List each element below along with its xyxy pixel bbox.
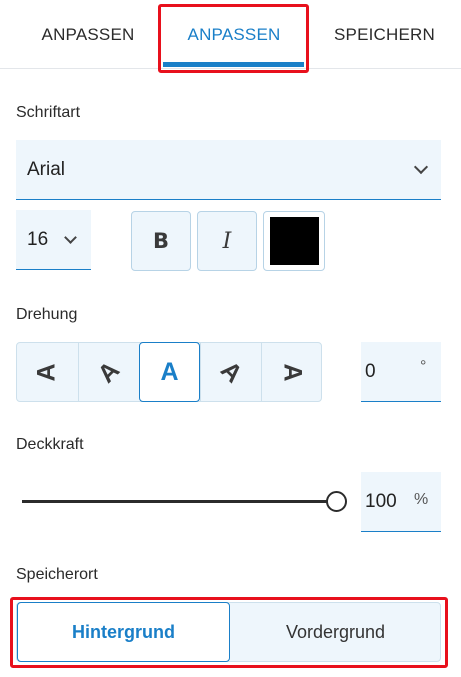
font-family-select[interactable]: Arial: [16, 140, 441, 200]
font-size-value: 16: [27, 228, 49, 250]
highlight-box-tab: [158, 4, 309, 73]
opacity-input[interactable]: 100 %: [361, 472, 441, 532]
tab-anpassen-1[interactable]: ANPASSEN: [0, 0, 176, 69]
rotation-value: 0: [365, 360, 376, 382]
rotate-right-90-button[interactable]: A: [261, 343, 322, 401]
opacity-value: 100: [365, 490, 397, 512]
chevron-down-icon: [64, 231, 77, 244]
rotate-left-90-icon: A: [33, 362, 61, 382]
rotation-input[interactable]: 0 °: [361, 342, 441, 402]
highlight-box-location: [10, 597, 448, 668]
degree-unit: °: [420, 358, 427, 375]
rotation-button-group: A A A A A: [16, 342, 322, 402]
opacity-slider-track[interactable]: [22, 500, 334, 503]
rotate-right-90-icon: A: [278, 362, 307, 382]
rotate-0-button[interactable]: A: [139, 342, 200, 402]
opacity-section-label: Deckkraft: [16, 436, 84, 453]
rotate-0-icon: A: [160, 357, 179, 386]
italic-button[interactable]: I: [197, 211, 257, 271]
font-size-select[interactable]: 16: [16, 210, 91, 270]
chevron-down-icon: [413, 159, 429, 175]
bold-button[interactable]: B: [131, 211, 191, 271]
tab-speichern[interactable]: SPEICHERN: [308, 0, 461, 69]
opacity-slider-thumb[interactable]: [325, 491, 347, 512]
font-section-label: Schriftart: [16, 104, 81, 121]
rotate-right-45-button[interactable]: A: [200, 343, 261, 401]
font-color-picker[interactable]: [263, 211, 325, 271]
bold-icon: B: [152, 229, 169, 253]
location-section-label: Speicherort: [16, 566, 98, 583]
rotate-left-90-button[interactable]: A: [17, 343, 78, 401]
italic-icon: I: [222, 228, 232, 254]
font-family-value: Arial: [27, 158, 66, 180]
rotate-left-45-icon: A: [92, 355, 125, 388]
rotation-section-label: Drehung: [16, 306, 78, 323]
color-swatch: [270, 217, 319, 265]
percent-unit: %: [414, 491, 429, 508]
rotate-right-45-icon: A: [215, 355, 248, 388]
rotate-left-45-button[interactable]: A: [78, 343, 139, 401]
